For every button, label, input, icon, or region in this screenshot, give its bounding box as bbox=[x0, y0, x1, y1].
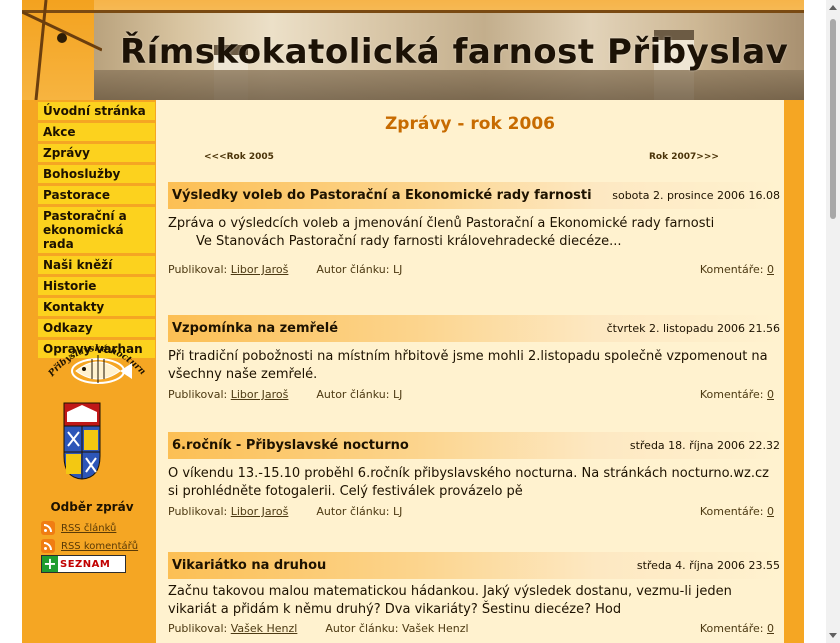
article-item: Vzpomínka na zemřelé čtvrtek 2. listopad… bbox=[168, 315, 780, 402]
main-nav: Úvodní stránka Akce Zprávy Bohoslužby Pa… bbox=[38, 102, 155, 361]
article-body: O víkendu 13.-15.10 proběhl 6.ročník při… bbox=[168, 465, 780, 501]
article-item: Výsledky voleb do Pastorační a Ekonomick… bbox=[168, 182, 780, 277]
article-header: Vikariátko na druhou středa 4. října 200… bbox=[168, 552, 780, 579]
article-body: Při tradiční pobožnosti na místním hřbit… bbox=[168, 348, 780, 384]
main-content: Zprávy - rok 2006 <<<Rok 2005 Rok 2007>>… bbox=[156, 100, 784, 643]
plus-icon: + bbox=[42, 554, 58, 573]
article-author: Autor článku: LJ bbox=[316, 388, 403, 401]
rss-comments-link[interactable]: RSS komentářů bbox=[61, 541, 138, 552]
article-header: Vzpomínka na zemřelé čtvrtek 2. listopad… bbox=[168, 315, 780, 342]
article-author: Autor článku: LJ bbox=[316, 505, 403, 518]
comments-count: Komentáře: 0 bbox=[699, 505, 774, 518]
nav-item-kontakty[interactable]: Kontakty bbox=[38, 298, 155, 316]
article-summary: O víkendu 13.-15.10 proběhl 6.ročník při… bbox=[168, 466, 769, 499]
article-header: Výsledky voleb do Pastorační a Ekonomick… bbox=[168, 182, 780, 209]
article-title[interactable]: Vzpomínka na zemřelé bbox=[172, 321, 338, 336]
rss-icon bbox=[41, 521, 55, 535]
article-summary: Začnu takovou malou matematickou hádanko… bbox=[168, 584, 732, 617]
article-footer: Publikoval: Libor Jaroš Autor článku: LJ… bbox=[168, 263, 780, 277]
header-banner: Římskokatolická farnost Přibyslav bbox=[22, 0, 804, 100]
publisher-link[interactable]: Libor Jaroš bbox=[231, 505, 289, 518]
published-by-label: Publikoval: Libor Jaroš bbox=[168, 388, 289, 401]
nav-item-pastorace[interactable]: Pastorace bbox=[38, 186, 155, 204]
article-date: středa 18. října 2006 22.32 bbox=[629, 439, 780, 452]
nav-item-uvodni-stranka[interactable]: Úvodní stránka bbox=[38, 102, 155, 120]
article-title[interactable]: Výsledky voleb do Pastorační a Ekonomick… bbox=[172, 188, 592, 203]
article-footer: Publikoval: Libor Jaroš Autor článku: LJ… bbox=[168, 388, 780, 402]
nav-item-bohosluzby[interactable]: Bohoslužby bbox=[38, 165, 155, 183]
article-summary: Při tradiční pobožnosti na místním hřbit… bbox=[168, 349, 768, 382]
article-footer: Publikoval: Vašek Henzl Autor článku: Va… bbox=[168, 622, 780, 636]
article-header: 6.ročník - Přibyslavské nocturno středa … bbox=[168, 432, 780, 459]
next-year-link[interactable]: Rok 2007>>> bbox=[649, 152, 719, 162]
nav-item-akce[interactable]: Akce bbox=[38, 123, 155, 141]
town-coat-of-arms-icon bbox=[63, 402, 101, 480]
comments-count: Komentáře: 0 bbox=[699, 388, 774, 401]
site-title: Římskokatolická farnost Přibyslav bbox=[120, 32, 789, 72]
article-body: Zpráva o výsledcích voleb a jmenování čl… bbox=[168, 215, 780, 251]
article-title[interactable]: 6.ročník - Přibyslavské nocturno bbox=[172, 438, 409, 453]
nocturno-logo[interactable]: Přibyslavské nocturno bbox=[40, 331, 155, 389]
nav-item-historie[interactable]: Historie bbox=[38, 277, 155, 295]
cross-logo-icon bbox=[22, 0, 102, 100]
article-summary: Zpráva o výsledcích voleb a jmenování čl… bbox=[168, 216, 715, 231]
published-by-label: Publikoval: Libor Jaroš bbox=[168, 505, 289, 518]
published-by-label: Publikoval: Vašek Henzl bbox=[168, 622, 298, 635]
rss-icon bbox=[41, 539, 55, 553]
comments-count: Komentáře: 0 bbox=[699, 622, 774, 635]
article-body: Začnu takovou malou matematickou hádanko… bbox=[168, 583, 780, 619]
article-date: čtvrtek 2. listopadu 2006 21.56 bbox=[606, 322, 780, 335]
comments-link[interactable]: 0 bbox=[767, 622, 774, 635]
prev-year-link[interactable]: <<<Rok 2005 bbox=[204, 152, 274, 162]
nav-item-pastoracni-rada[interactable]: Pastorační a ekonomická rada bbox=[38, 207, 155, 253]
article-excerpt: Ve Stanovách Pastorační rady farnosti kr… bbox=[196, 234, 622, 249]
nav-item-zpravy[interactable]: Zprávy bbox=[38, 144, 155, 162]
article-author: Autor článku: LJ bbox=[316, 263, 403, 276]
publisher-link[interactable]: Vašek Henzl bbox=[231, 622, 298, 635]
scrollbar-thumb[interactable] bbox=[830, 19, 836, 219]
page: Římskokatolická farnost Přibyslav Úvodní… bbox=[22, 0, 804, 643]
sidebar: Úvodní stránka Akce Zprávy Bohoslužby Pa… bbox=[22, 100, 162, 643]
article-item: Vikariátko na druhou středa 4. října 200… bbox=[168, 552, 780, 636]
vertical-scrollbar[interactable] bbox=[826, 0, 840, 643]
rss-articles-row: RSS článků bbox=[41, 520, 116, 536]
header-top-line bbox=[22, 10, 804, 13]
scroll-up-arrow-icon[interactable] bbox=[829, 5, 837, 10]
seznam-label: SEZNAM bbox=[60, 558, 111, 570]
article-date: sobota 2. prosince 2006 16.08 bbox=[612, 189, 780, 202]
rss-comments-row: RSS komentářů bbox=[41, 538, 138, 554]
article-date: středa 4. října 2006 23.55 bbox=[636, 559, 780, 572]
page-title: Zprávy - rok 2006 bbox=[384, 114, 555, 134]
scroll-down-arrow-icon[interactable] bbox=[829, 633, 837, 638]
article-title[interactable]: Vikariátko na druhou bbox=[172, 558, 326, 573]
seznam-button[interactable]: + SEZNAM bbox=[41, 555, 126, 573]
comments-link[interactable]: 0 bbox=[767, 263, 774, 276]
published-by-label: Publikoval: Libor Jaroš bbox=[168, 263, 289, 276]
nav-item-nasi-knezi[interactable]: Naši kněží bbox=[38, 256, 155, 274]
article-footer: Publikoval: Libor Jaroš Autor článku: LJ… bbox=[168, 505, 780, 519]
subscriptions-title: Odběr zpráv bbox=[50, 500, 134, 514]
publisher-link[interactable]: Libor Jaroš bbox=[231, 263, 289, 276]
article-item: 6.ročník - Přibyslavské nocturno středa … bbox=[168, 432, 780, 519]
comments-count: Komentáře: 0 bbox=[699, 263, 774, 276]
comments-link[interactable]: 0 bbox=[767, 505, 774, 518]
rss-articles-link[interactable]: RSS článků bbox=[61, 523, 116, 534]
article-author: Autor článku: Vašek Henzl bbox=[325, 622, 469, 635]
comments-link[interactable]: 0 bbox=[767, 388, 774, 401]
publisher-link[interactable]: Libor Jaroš bbox=[231, 388, 289, 401]
